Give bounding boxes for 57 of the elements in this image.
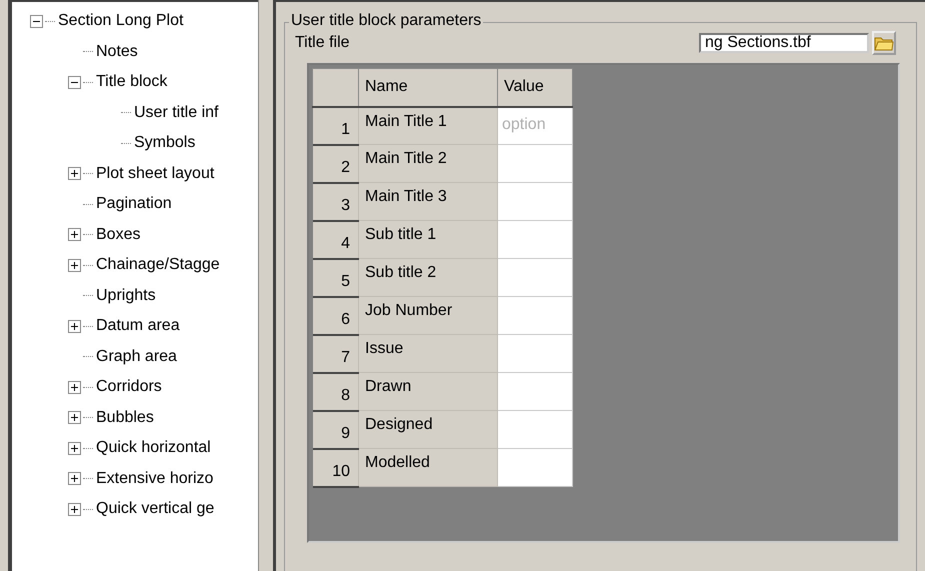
row-header[interactable]: 5 [312, 258, 358, 296]
tree-item[interactable]: Bubbles [96, 408, 154, 427]
expand-toggle-icon[interactable] [68, 380, 81, 394]
tree-item[interactable]: Uprights [96, 286, 156, 305]
tree-item[interactable]: Section Long Plot [58, 12, 184, 30]
table-cell: Sub title 1 [358, 220, 498, 258]
expand-toggle-icon[interactable] [68, 502, 81, 516]
expand-toggle-icon[interactable] [68, 472, 81, 486]
table-cell: Designed [358, 410, 498, 448]
tree-item[interactable]: Quick vertical ge [96, 500, 214, 518]
tree-item[interactable]: Extensive horizo [96, 470, 214, 488]
row-header[interactable]: 1 [312, 106, 358, 144]
field-label: Title file [295, 34, 351, 52]
expand-toggle-icon[interactable] [68, 228, 81, 242]
table-cell: Sub title 2 [358, 258, 498, 296]
group-title: User title block parameters [289, 12, 484, 30]
row-header[interactable]: 2 [312, 144, 358, 182]
expand-toggle-icon[interactable] [30, 14, 43, 28]
browse-button[interactable] [872, 31, 896, 55]
tree-item[interactable]: Graph area [96, 348, 177, 366]
row-header[interactable]: 8 [312, 372, 358, 410]
table-cell: Job Number [358, 296, 498, 334]
expand-toggle-icon[interactable] [68, 320, 81, 333]
expand-toggle-icon[interactable] [68, 167, 81, 180]
expand-toggle-icon[interactable] [68, 411, 81, 424]
tree-item[interactable]: Plot sheet layout [96, 164, 214, 183]
column-header[interactable]: Value [498, 68, 572, 106]
table-cell: Main Title 2 [358, 144, 498, 182]
tree-item[interactable]: User title inf [134, 104, 218, 122]
table-corner [312, 68, 358, 106]
row-header[interactable]: 7 [312, 334, 358, 372]
title-file-field[interactable]: ng Sections.tbf [699, 33, 869, 53]
tree-item[interactable]: Boxes [96, 226, 140, 244]
tree-item[interactable]: Notes [96, 42, 138, 61]
tree-item[interactable]: Title block [96, 73, 168, 92]
expand-toggle-icon[interactable] [68, 76, 81, 89]
table-cell: Issue [358, 334, 498, 372]
row-header[interactable]: 3 [312, 182, 358, 220]
row-header[interactable]: 10 [312, 448, 358, 486]
table-cell: Main Title 1 [358, 106, 498, 144]
row-header[interactable]: 4 [312, 220, 358, 258]
splitter-bar[interactable] [258, 0, 276, 571]
tree-item[interactable]: Datum area [96, 317, 180, 336]
expand-toggle-icon[interactable] [68, 442, 81, 455]
tree-item[interactable]: Corridors [96, 378, 162, 396]
tree-item[interactable]: Quick horizontal [96, 439, 211, 458]
expand-toggle-icon[interactable] [68, 258, 81, 272]
column-header[interactable]: Name [358, 68, 498, 106]
tree-item[interactable]: Symbols [134, 134, 196, 152]
tree-item[interactable]: Chainage/Stagge [96, 256, 220, 274]
table-cell: Drawn [358, 372, 498, 410]
folder-icon [874, 35, 894, 51]
row-header[interactable]: 9 [312, 410, 358, 448]
row-header[interactable]: 6 [312, 296, 358, 334]
table-cell: Main Title 3 [358, 182, 498, 220]
table-cell: Modelled [358, 448, 498, 486]
tree-item[interactable]: Pagination [96, 195, 172, 214]
